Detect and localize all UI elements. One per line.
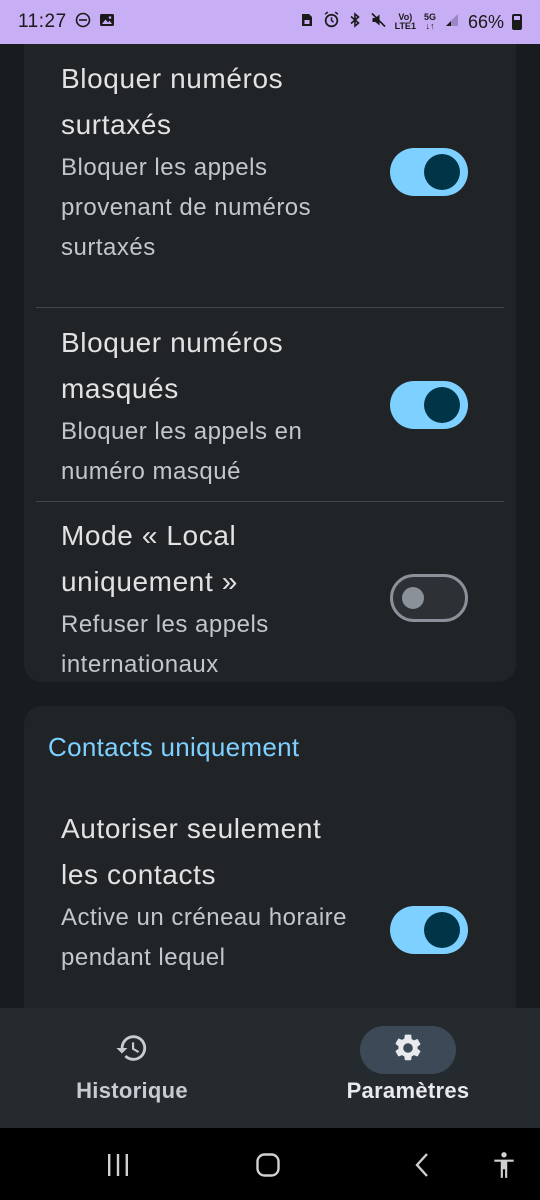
setting-description: Bloquer les appels en numéro masqué [61, 418, 303, 485]
setting-premium-numbers[interactable]: Bloquer numéros surtaxés Bloquer les app… [36, 56, 504, 272]
do-not-disturb-icon [75, 12, 91, 33]
sim-icon [299, 12, 315, 33]
recents-icon[interactable] [100, 1150, 136, 1180]
gear-icon [392, 1032, 424, 1069]
image-icon [99, 12, 115, 33]
setting-description: Bloquer les appels provenant de numéros … [61, 154, 312, 261]
setting-title: Autoriser seulement les contacts [61, 813, 322, 890]
setting-contacts-only[interactable]: Autoriser seulement les contacts Active … [36, 806, 504, 986]
setting-hidden-numbers[interactable]: Bloquer numéros masqués Bloquer les appe… [36, 320, 504, 486]
setting-local-only[interactable]: Mode « Local uniquement » Refuser les ap… [36, 513, 504, 679]
hidden-numbers-toggle[interactable] [390, 381, 468, 429]
toggle-thumb [402, 587, 424, 609]
toggle-thumb [424, 387, 460, 423]
battery-percent: 66% [467, 11, 504, 32]
setting-description: Active un créneau horaire pendant lequel [61, 904, 347, 971]
nav-icon-container [84, 1026, 180, 1074]
settings-content[interactable]: Bloquer numéros surtaxés Bloquer les app… [0, 44, 540, 1008]
home-icon[interactable] [250, 1150, 286, 1180]
contacts-only-toggle[interactable] [390, 906, 468, 954]
signal-icon [444, 12, 460, 33]
battery-icon [512, 14, 522, 30]
status-time: 11:27 [18, 11, 67, 32]
divider [36, 307, 504, 308]
divider [36, 501, 504, 502]
history-icon [115, 1031, 149, 1070]
bluetooth-icon [348, 11, 362, 33]
local-only-toggle[interactable] [390, 574, 468, 622]
system-navigation-bar [0, 1128, 540, 1200]
nav-item-settings[interactable]: Paramètres [308, 1026, 508, 1104]
toggle-thumb [424, 912, 460, 948]
accessibility-icon[interactable] [486, 1150, 522, 1180]
mute-icon [370, 12, 387, 33]
setting-title: Bloquer numéros masqués [61, 327, 284, 404]
status-bar: 11:27 Vo) LTE1 5G ↓↑ 66% [0, 0, 540, 44]
status-left: 11:27 [18, 11, 115, 33]
bottom-navigation: Historique Paramètres [0, 1008, 540, 1128]
status-right: Vo) LTE1 5G ↓↑ 66% [299, 11, 522, 33]
nav-item-history[interactable]: Historique [32, 1026, 232, 1104]
network-indicator: 5G ↓↑ [423, 12, 436, 31]
back-icon[interactable] [404, 1150, 440, 1180]
nav-label: Historique [76, 1078, 188, 1103]
nav-icon-container [360, 1026, 456, 1074]
premium-numbers-toggle[interactable] [390, 148, 468, 196]
contacts-only-card: Contacts uniquement Autoriser seulement … [24, 706, 516, 1008]
setting-description: Refuser les appels internationaux [61, 611, 269, 678]
setting-title: Mode « Local uniquement » [61, 520, 238, 597]
nav-label: Paramètres [346, 1078, 470, 1103]
blocking-settings-card: Bloquer numéros surtaxés Bloquer les app… [24, 44, 516, 682]
setting-title: Bloquer numéros surtaxés [61, 63, 284, 140]
volte-indicator: Vo) LTE1 [394, 12, 416, 31]
toggle-thumb [424, 154, 460, 190]
section-header: Contacts uniquement [48, 732, 300, 762]
alarm-icon [323, 11, 340, 33]
